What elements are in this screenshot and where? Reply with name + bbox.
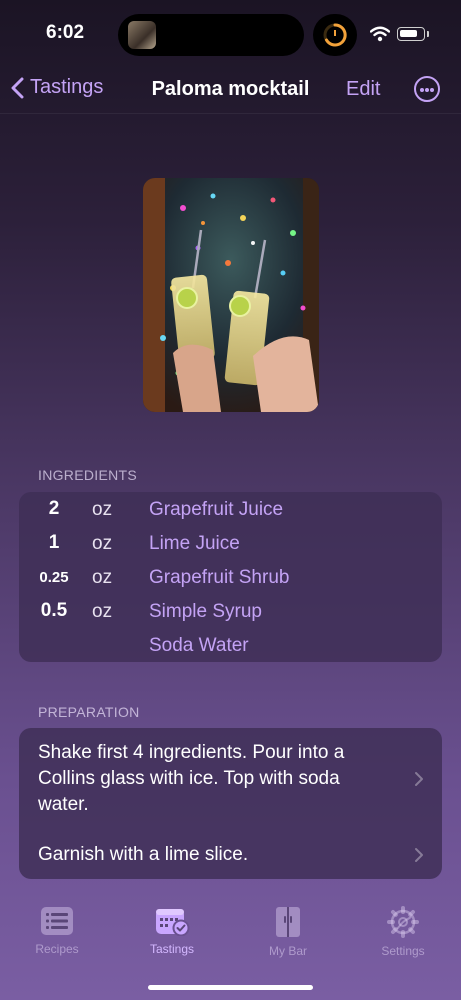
now-playing-thumbnail [128,21,156,49]
back-button[interactable]: Tastings [10,76,103,99]
list-icon [41,907,73,935]
ingredient-name[interactable]: Lime Juice [149,533,240,555]
more-dot [425,88,429,92]
ingredient-row[interactable]: 1 oz Lime Juice [19,526,442,560]
drink-photo[interactable] [143,178,319,412]
tab-settings[interactable]: Settings [357,906,449,958]
ingredient-row[interactable]: 0.25 oz Grapefruit Shrub [19,560,442,594]
battery-nub [427,31,429,37]
timer-ring-icon [323,23,347,47]
cabinet-icon [276,907,300,937]
ingredients-card: 2 oz Grapefruit Juice 1 oz Lime Juice 0.… [19,492,442,662]
ingredient-unit: oz [92,601,113,622]
preparation-step[interactable]: Garnish with a lime slice. [19,832,442,872]
ingredient-quantity: 0.25 [39,569,69,586]
ingredient-quantity: 1 [48,532,60,553]
gear-icon [387,906,419,938]
more-dot [430,88,434,92]
battery-level [400,30,417,37]
tab-my-bar[interactable]: My Bar [242,906,334,958]
preparation-step[interactable]: Shake first 4 ingredients. Pour into a C… [19,728,442,820]
ingredient-name[interactable]: Grapefruit Shrub [149,567,289,589]
ingredient-row[interactable]: Soda Water [19,628,442,662]
back-label: Tastings [30,76,104,98]
edit-button[interactable]: Edit [346,78,380,101]
preparation-step-text: Shake first 4 ingredients. Pour into a C… [38,742,345,815]
preparation-header: PREPARATION [38,704,140,720]
tab-label: Settings [381,944,425,958]
ingredient-row[interactable]: 2 oz Grapefruit Juice [19,492,442,526]
tab-label: My Bar [268,944,307,958]
wifi-icon [370,26,390,42]
more-dot [420,88,424,92]
preparation-step-text: Garnish with a lime slice. [38,844,249,865]
more-options-button[interactable] [414,76,440,102]
ingredient-quantity: 2 [48,498,60,519]
navigation-bar: Tastings Paloma mocktail Edit [0,66,461,114]
battery-icon [397,27,425,41]
ingredient-name[interactable]: Soda Water [149,635,249,657]
calendar-check-icon [156,909,190,936]
chevron-right-icon [415,772,423,786]
tab-tastings[interactable]: Tastings [126,906,218,956]
tab-label: Recipes [35,942,79,956]
ingredients-header: INGREDIENTS [38,467,137,483]
ingredient-unit: oz [92,499,113,520]
ingredient-unit: oz [92,533,113,554]
chevron-left-icon [11,77,24,98]
dynamic-island[interactable] [118,14,304,56]
chevron-right-icon [415,848,423,862]
status-bar: 6:02 [0,0,461,66]
status-time: 6:02 [46,22,85,43]
ingredient-unit: oz [92,567,113,588]
timer-activity[interactable] [313,14,357,56]
ingredient-row[interactable]: 0.5 oz Simple Syrup [19,594,442,628]
preparation-card: Shake first 4 ingredients. Pour into a C… [19,728,442,879]
ingredient-name[interactable]: Simple Syrup [149,601,262,623]
tab-label: Tastings [149,942,195,956]
tab-recipes[interactable]: Recipes [11,906,103,956]
ingredient-name[interactable]: Grapefruit Juice [149,499,283,521]
ingredient-quantity: 0.5 [40,600,68,621]
home-indicator[interactable] [148,985,313,990]
